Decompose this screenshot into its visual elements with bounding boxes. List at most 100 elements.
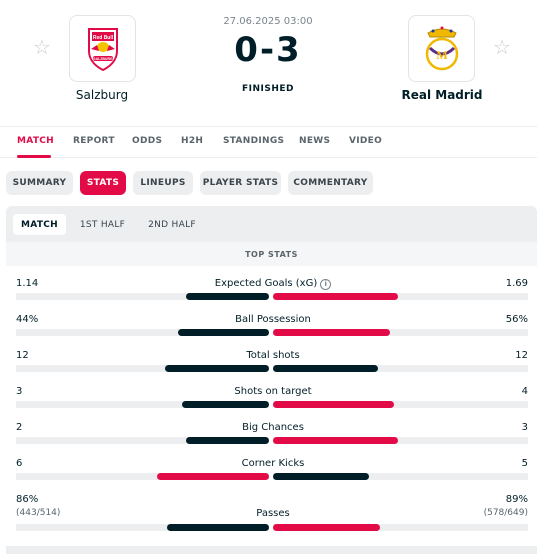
tab-news[interactable]: NEWS — [299, 136, 330, 146]
away-stat-value: 3 — [521, 422, 528, 433]
match-score: 0-3 — [234, 30, 302, 70]
away-stat-value: 56% — [505, 314, 528, 325]
stat-label: Corner Kicks — [241, 458, 305, 469]
home-stat-track — [16, 329, 269, 336]
period-tabs: MATCH 1ST HALF 2ND HALF — [6, 206, 537, 242]
home-stat-bar — [178, 329, 269, 336]
tab-odds[interactable]: ODDS — [132, 136, 162, 146]
home-stat-bar — [167, 524, 269, 531]
away-stat-track — [273, 365, 528, 372]
match-status: FINISHED — [241, 84, 294, 94]
tab-video[interactable]: VIDEO — [349, 136, 382, 146]
stat-row: 1.14 Expected Goals (xG) i 1.69 — [0, 278, 537, 314]
away-stat-track — [273, 401, 528, 408]
away-stat-track — [273, 524, 528, 531]
home-stat-value: 44% — [16, 314, 39, 325]
sub-tabs: SUMMARY STATS LINEUPS PLAYER STATS COMME… — [0, 171, 537, 195]
away-stat-track — [273, 437, 528, 444]
home-stat-track — [16, 473, 269, 480]
period-tab-1st-half[interactable]: 1ST HALF — [73, 214, 132, 235]
stat-label: Total shots — [246, 350, 300, 361]
stat-name: Shots on target — [168, 386, 378, 397]
home-stat-bar — [165, 365, 269, 372]
favorite-star-icon[interactable]: ☆ — [32, 37, 52, 57]
away-stat-track — [273, 329, 528, 336]
subtab-commentary[interactable]: COMMENTARY — [288, 171, 373, 195]
away-stat-track — [273, 293, 528, 300]
tab-report[interactable]: REPORT — [73, 136, 115, 146]
stat-row: 86% (443/514) Passes 89% (578/649) — [0, 494, 537, 531]
home-stat-track — [16, 437, 269, 444]
away-stat-value: 5 — [521, 458, 528, 469]
home-stat-subvalue: (443/514) — [16, 508, 61, 518]
stat-label: Big Chances — [242, 422, 304, 433]
away-stat-bar — [273, 329, 390, 336]
home-stat-track — [16, 293, 269, 300]
stat-name: Ball Possession — [168, 314, 378, 325]
home-team-name[interactable]: Salzburg — [32, 88, 172, 102]
home-team-logo[interactable]: Red Bull SALZBURG — [69, 15, 136, 82]
stat-name: Passes — [168, 508, 378, 519]
away-stat-value: 4 — [521, 386, 528, 397]
stat-label: Passes — [256, 508, 290, 519]
away-stat-bar — [273, 401, 394, 408]
active-tab-indicator — [17, 155, 51, 158]
info-icon[interactable]: i — [320, 279, 332, 290]
stat-label: Ball Possession — [235, 314, 311, 325]
match-date: 27.06.2025 03:00 — [223, 16, 313, 27]
away-stat-bar — [273, 293, 398, 300]
subtab-summary[interactable]: SUMMARY — [6, 171, 73, 195]
subtab-player-stats[interactable]: PLAYER STATS — [200, 171, 281, 195]
stat-name: Big Chances — [168, 422, 378, 433]
home-stat-bar — [186, 437, 269, 444]
stat-row: 2 Big Chances 3 — [0, 422, 537, 458]
home-stat-bar — [186, 293, 269, 300]
home-stat-value: 86% — [16, 494, 39, 505]
stat-row: 44% Ball Possession 56% — [0, 314, 537, 350]
stat-name: Total shots — [168, 350, 378, 361]
home-stat-value: 12 — [16, 350, 29, 361]
tab-match[interactable]: MATCH — [17, 136, 54, 146]
away-stat-track — [273, 473, 528, 480]
home-stat-value: 3 — [16, 386, 23, 397]
tab-h2h[interactable]: H2H — [181, 136, 203, 146]
section-title: TOP STATS — [6, 242, 537, 266]
home-logo-subtext: SALZBURG — [93, 57, 113, 61]
stat-label: Shots on target — [234, 386, 312, 397]
home-stat-track — [16, 524, 269, 531]
away-stat-bar — [273, 524, 380, 531]
main-tabs: MATCH REPORT ODDS H2H STANDINGS NEWS VID… — [0, 126, 537, 158]
home-stat-value: 6 — [16, 458, 23, 469]
period-tab-2nd-half[interactable]: 2ND HALF — [140, 214, 204, 235]
favorite-star-icon[interactable]: ☆ — [492, 37, 512, 57]
salzburg-crest-icon: Red Bull SALZBURG — [87, 27, 118, 71]
stat-name: Corner Kicks — [168, 458, 378, 469]
subtab-lineups[interactable]: LINEUPS — [133, 171, 193, 195]
away-stat-value: 1.69 — [505, 278, 528, 289]
stat-row: 3 Shots on target 4 — [0, 386, 537, 422]
away-stat-bar — [273, 365, 378, 372]
away-stat-subvalue: (578/649) — [483, 508, 528, 518]
stat-name: Expected Goals (xG) i — [168, 278, 378, 290]
period-tab-match[interactable]: MATCH — [13, 214, 66, 235]
subtab-stats[interactable]: STATS — [80, 171, 126, 195]
away-stat-value: 89% — [505, 494, 528, 505]
home-stat-value: 2 — [16, 422, 23, 433]
stat-row: 6 Corner Kicks 5 — [0, 458, 537, 494]
away-team-logo[interactable]: M — [408, 15, 475, 82]
home-stat-track — [16, 401, 269, 408]
tab-standings[interactable]: STANDINGS — [223, 136, 284, 146]
home-stat-track — [16, 365, 269, 372]
home-logo-text: Red Bull — [92, 35, 113, 41]
panel-bottom — [6, 546, 537, 554]
real-madrid-crest-icon: M — [425, 26, 458, 70]
svg-text:M: M — [436, 48, 447, 62]
home-stat-bar — [157, 473, 269, 480]
away-stat-value: 12 — [515, 350, 528, 361]
home-stat-bar — [182, 401, 269, 408]
away-stat-bar — [273, 437, 398, 444]
home-stat-value: 1.14 — [16, 278, 39, 289]
away-stat-bar — [273, 473, 369, 480]
match-header: ☆ Red Bull SALZBURG Salzburg 27.06.2025 … — [0, 0, 537, 125]
away-team-name[interactable]: Real Madrid — [372, 88, 512, 102]
